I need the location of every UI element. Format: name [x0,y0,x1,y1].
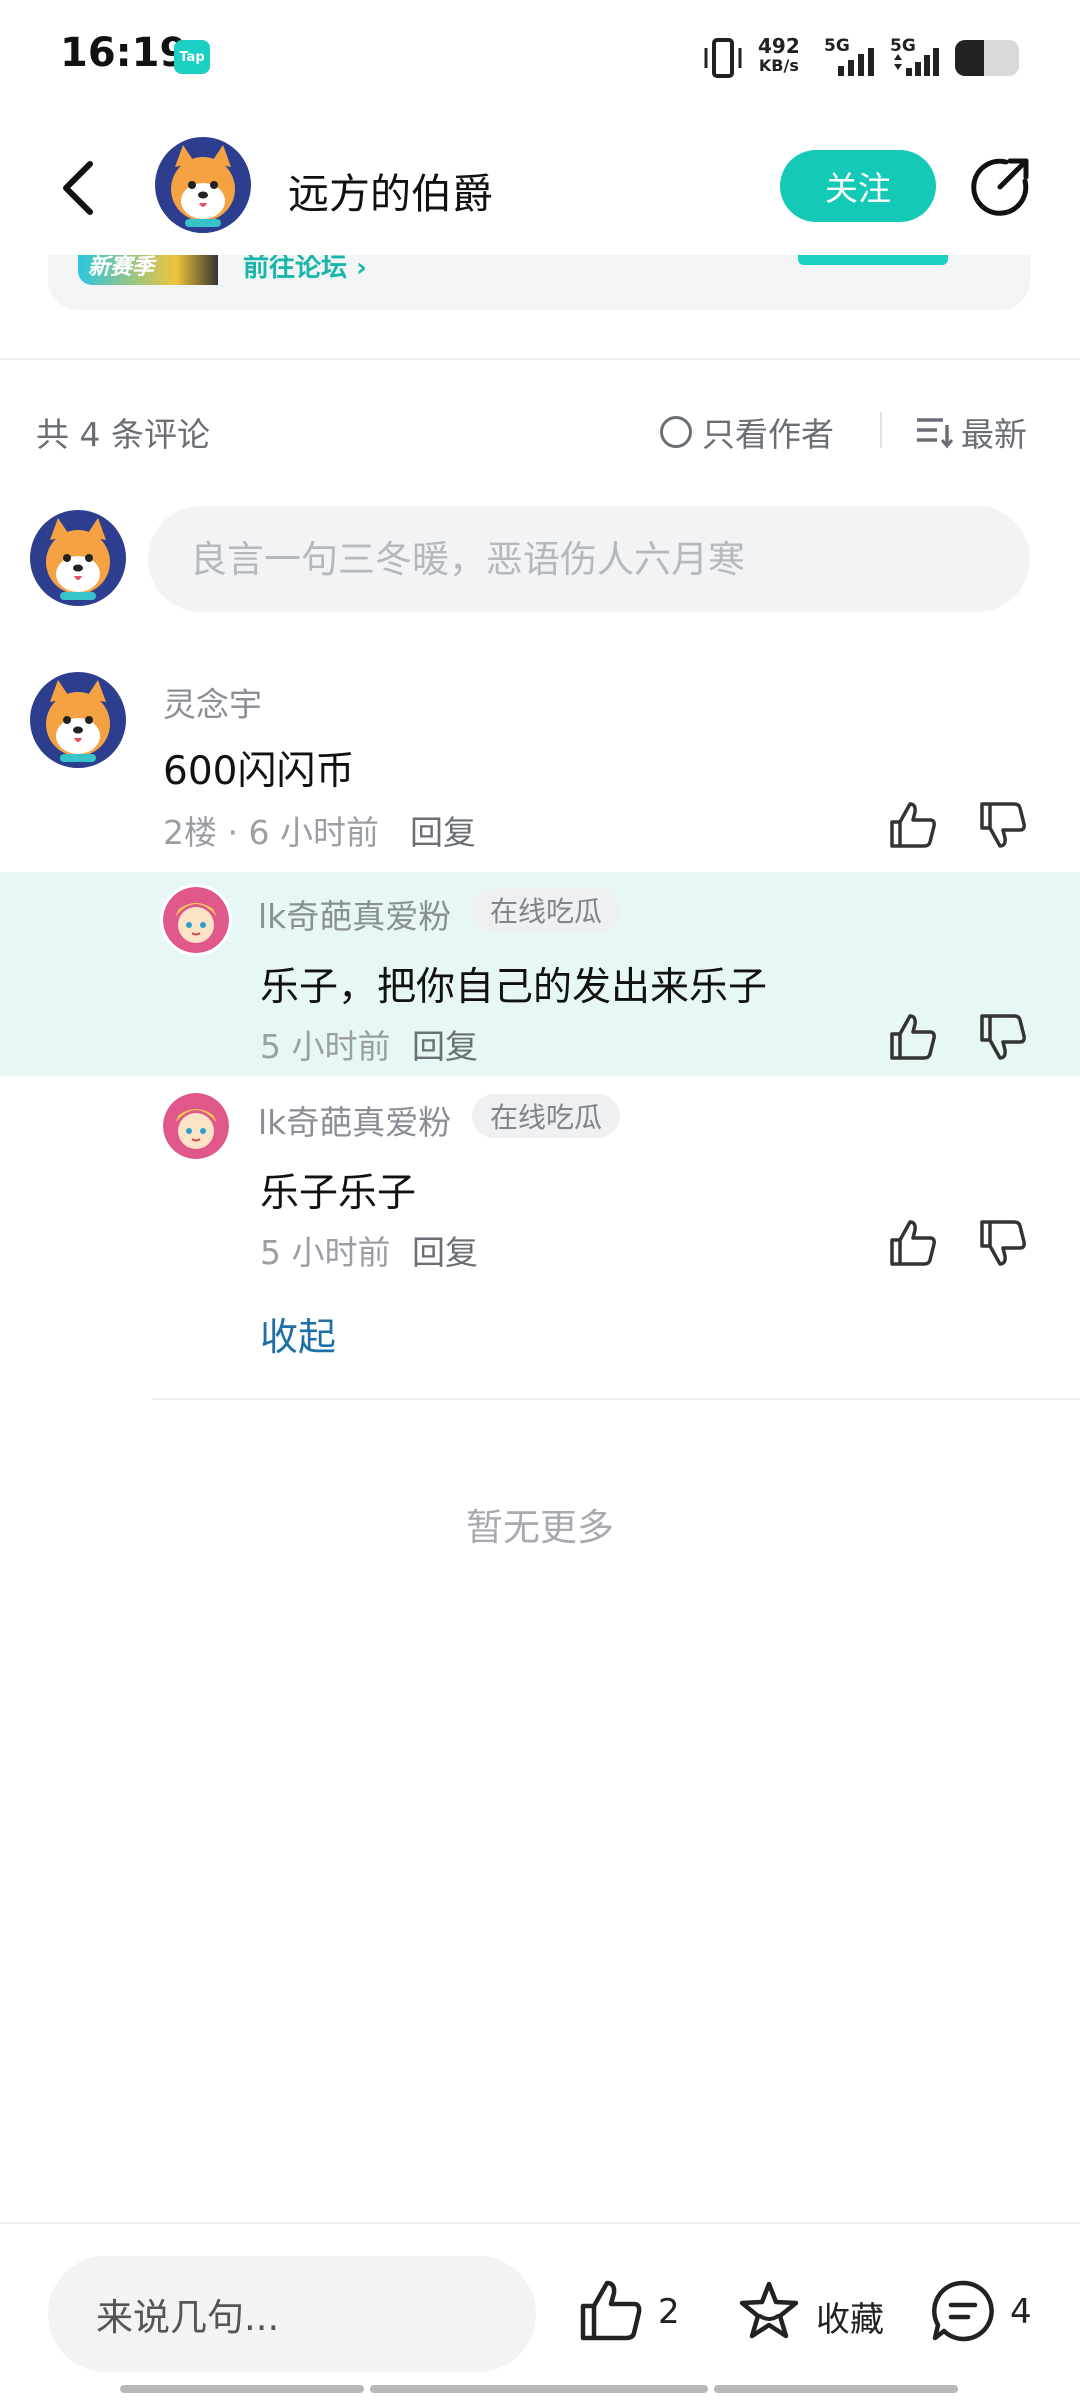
battery-fill [955,40,984,76]
reply-text: 乐子乐子 [260,1171,417,1216]
nav-gesture-bar [714,2385,958,2393]
reply-button[interactable]: 回复 [410,806,476,854]
dislike-icon[interactable] [978,800,1028,850]
reply-button[interactable]: 回复 [412,1226,478,1274]
anime-avatar-icon [163,1093,229,1159]
forum-banner[interactable]: 新赛季 前往论坛 › [48,255,1030,310]
like-icon[interactable] [888,1012,938,1062]
star-icon[interactable] [736,2278,802,2344]
chevron-right-icon: › [356,255,367,283]
reply-button[interactable]: 回复 [412,1020,478,1068]
comment-meta: 2楼 · 6 小时前 [163,813,379,852]
reply-author[interactable]: lk奇葩真爱粉 [258,1096,451,1144]
sort-label: 最新 [961,415,1027,454]
reply-time: 5 小时前 [260,1027,391,1066]
user-badge: 在线吃瓜 [472,888,621,932]
reply-author[interactable]: lk奇葩真爱粉 [258,890,451,938]
header-title: 远方的伯爵 [288,170,493,218]
status-time: 16:19 [60,30,188,76]
comment-author[interactable]: 灵念宇 [163,678,262,726]
follow-button[interactable]: 关注 [780,150,936,222]
comment-count-bottom: 4 [1010,2292,1032,2332]
shiba-avatar-icon [32,674,124,766]
network-speed: 492 KB/s [758,36,800,76]
forum-link-label: 前往论坛 [243,255,348,283]
like-count: 2 [658,2292,680,2332]
back-chevron-icon[interactable] [54,158,106,218]
nav-gesture-bar [370,2385,708,2393]
separator [880,412,882,448]
radio-circle-icon [660,416,692,448]
only-author-toggle[interactable]: 只看作者 [660,408,834,456]
share-arrow-icon[interactable] [968,155,1032,219]
shiba-avatar-icon [157,139,249,231]
network-speed-value: 492 [758,34,800,58]
comment-count: 共 4 条评论 [36,415,210,454]
commenter-avatar[interactable] [30,672,126,768]
shiba-avatar-icon [32,512,124,604]
forum-link[interactable]: 前往论坛 › [243,255,367,281]
reply-text: 乐子，把你自己的发出来乐子 [260,965,768,1010]
banner-button[interactable] [798,255,948,265]
network-speed-unit: KB/s [758,56,799,75]
comment-input[interactable] [148,506,1030,612]
tap-app-icon: Tap [174,40,210,74]
reply-avatar[interactable] [160,884,232,956]
author-avatar[interactable] [155,137,251,233]
like-icon[interactable] [578,2278,644,2344]
only-author-label: 只看作者 [702,415,834,454]
reply-time: 5 小时前 [260,1233,391,1272]
vibrate-icon [704,38,742,78]
bottom-input-label: 来说几句... [96,2296,280,2339]
nav-gesture-bar [120,2385,364,2393]
banner-image: 新赛季 [78,255,218,285]
dislike-icon[interactable] [978,1012,1028,1062]
my-avatar [30,510,126,606]
anime-avatar-icon [163,887,229,953]
no-more-text: 暂无更多 [466,1506,614,1549]
comment-bubble-icon[interactable] [930,2278,996,2344]
collapse-replies-button[interactable]: 收起 [260,1306,336,1361]
reply-avatar[interactable] [160,1090,232,1162]
signal-icon [838,48,874,76]
dislike-icon[interactable] [978,1218,1028,1268]
comment-text: 600闪闪币 [163,749,355,794]
like-icon[interactable] [888,800,938,850]
divider [152,1398,1080,1400]
favorite-label[interactable]: 收藏 [816,2292,884,2341]
divider [0,358,1080,360]
divider [0,2222,1080,2224]
signal-icon-2 [894,48,939,76]
like-icon[interactable] [888,1218,938,1268]
user-badge: 在线吃瓜 [472,1094,621,1138]
sort-list-icon [917,418,953,449]
bottom-comment-input[interactable]: 来说几句... [48,2256,536,2372]
sort-toggle[interactable]: 最新 [915,408,1027,456]
battery-icon [955,40,1019,76]
